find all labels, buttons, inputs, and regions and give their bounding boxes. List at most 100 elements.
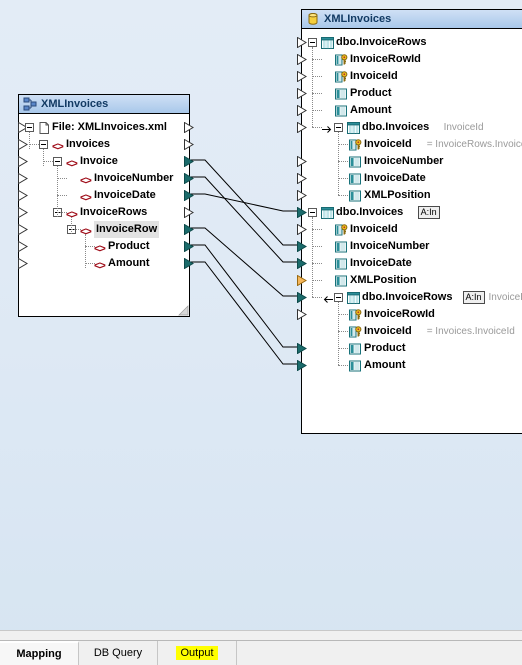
tree-expander-icon[interactable] bbox=[334, 293, 343, 302]
source-row-left-connector[interactable] bbox=[18, 207, 27, 218]
resize-grip-icon[interactable] bbox=[177, 304, 189, 316]
source-tree-row[interactable]: <>Product bbox=[19, 238, 189, 255]
tree-expander-icon[interactable] bbox=[308, 38, 317, 47]
target-row-input-connector[interactable] bbox=[297, 241, 306, 252]
tree-expander-icon[interactable] bbox=[334, 123, 343, 132]
source-tree-row[interactable]: <>InvoiceDate bbox=[19, 187, 189, 204]
source-node-label: InvoiceRows bbox=[80, 204, 147, 221]
target-row-input-connector[interactable] bbox=[297, 37, 306, 48]
target-tree-row[interactable]: Product bbox=[302, 340, 522, 357]
source-row-left-connector[interactable] bbox=[18, 173, 27, 184]
tree-expander-icon[interactable] bbox=[25, 123, 34, 132]
target-tree-row[interactable]: InvoiceId bbox=[302, 221, 522, 238]
source-tree-row[interactable]: <>InvoiceRow bbox=[19, 221, 189, 238]
tree-expander-icon[interactable] bbox=[308, 208, 317, 217]
key-column-icon bbox=[349, 326, 361, 338]
target-tree-row[interactable]: Amount bbox=[302, 357, 522, 374]
tab-label: DB Query bbox=[94, 647, 142, 659]
target-tree-row[interactable]: Amount bbox=[302, 102, 522, 119]
target-row-input-connector[interactable] bbox=[297, 343, 306, 354]
target-node-relation: = Invoices.InvoiceId bbox=[427, 323, 515, 340]
target-row-input-connector[interactable] bbox=[297, 207, 306, 218]
target-node-label: XMLPosition bbox=[350, 272, 417, 289]
source-node-label: Product bbox=[108, 238, 150, 255]
source-tree-row[interactable]: <>Invoice bbox=[19, 153, 189, 170]
source-tree-row[interactable]: <>InvoiceNumber bbox=[19, 170, 189, 187]
target-tree-row[interactable]: XMLPosition bbox=[302, 187, 522, 204]
source-node-label: InvoiceRow bbox=[94, 221, 159, 238]
target-row-input-connector[interactable] bbox=[297, 173, 306, 184]
target-row-input-connector[interactable] bbox=[297, 190, 306, 201]
tree-expander-icon[interactable] bbox=[67, 225, 76, 234]
source-component-xmlinvoices[interactable]: XMLInvoices File: XMLInvoices.xml<>Invoi… bbox=[18, 94, 190, 317]
source-node-label: File: XMLInvoices.xml bbox=[52, 119, 167, 136]
source-tree-row[interactable]: <>Invoices bbox=[19, 136, 189, 153]
source-node-label: Amount bbox=[108, 255, 150, 272]
target-tree-row[interactable]: dbo.InvoicesInvoiceId bbox=[302, 119, 522, 136]
target-tree-row[interactable]: InvoiceId= Invoices.InvoiceId bbox=[302, 323, 522, 340]
key-column-icon bbox=[349, 309, 361, 321]
bottom-tab-bar[interactable]: Mapping DB Query Output bbox=[0, 640, 522, 665]
target-tree-row[interactable]: dbo.InvoiceRowsA:InInvoiceId bbox=[302, 289, 522, 306]
target-row-input-connector[interactable] bbox=[297, 292, 306, 303]
source-tree-row[interactable]: <>InvoiceRows bbox=[19, 204, 189, 221]
target-row-input-connector[interactable] bbox=[297, 71, 306, 82]
source-row-output-connector[interactable] bbox=[184, 207, 193, 218]
target-tree-row[interactable]: dbo.InvoiceRows bbox=[302, 34, 522, 51]
target-tree-row[interactable]: Product bbox=[302, 85, 522, 102]
tab-db-query[interactable]: DB Query bbox=[79, 641, 158, 665]
target-tree-row[interactable]: InvoiceId bbox=[302, 68, 522, 85]
target-row-input-connector[interactable] bbox=[297, 122, 306, 133]
source-row-output-connector[interactable] bbox=[184, 139, 193, 150]
target-row-input-connector[interactable] bbox=[297, 88, 306, 99]
target-row-input-connector[interactable] bbox=[297, 309, 306, 320]
tree-expander-icon[interactable] bbox=[39, 140, 48, 149]
target-row-input-connector[interactable] bbox=[297, 156, 306, 167]
target-node-label: InvoiceNumber bbox=[350, 238, 429, 255]
source-row-left-connector[interactable] bbox=[18, 241, 27, 252]
element-icon: <> bbox=[94, 241, 106, 253]
source-row-output-connector[interactable] bbox=[184, 190, 193, 201]
source-row-left-connector[interactable] bbox=[18, 224, 27, 235]
mapping-canvas[interactable]: XMLInvoices File: XMLInvoices.xml<>Invoi… bbox=[0, 0, 522, 640]
source-row-output-connector[interactable] bbox=[184, 173, 193, 184]
source-row-output-connector[interactable] bbox=[184, 156, 193, 167]
source-row-left-connector[interactable] bbox=[18, 139, 27, 150]
tab-output[interactable]: Output bbox=[158, 641, 237, 665]
target-tree-row[interactable]: InvoiceRowId bbox=[302, 306, 522, 323]
source-row-output-connector[interactable] bbox=[184, 241, 193, 252]
tree-expander-icon[interactable] bbox=[53, 157, 62, 166]
target-node-label: Amount bbox=[364, 357, 406, 374]
target-tree[interactable]: dbo.InvoiceRowsInvoiceRowIdInvoiceIdProd… bbox=[302, 29, 522, 434]
target-component-xmlinvoices-db[interactable]: XMLInvoices dbo.InvoiceRowsInvoiceRowIdI… bbox=[301, 9, 522, 434]
target-tree-row[interactable]: XMLPosition bbox=[302, 272, 522, 289]
tree-expander-icon[interactable] bbox=[53, 208, 62, 217]
source-tree-row[interactable]: File: XMLInvoices.xml bbox=[19, 119, 189, 136]
target-row-input-connector[interactable] bbox=[297, 275, 306, 286]
target-row-input-connector[interactable] bbox=[297, 360, 306, 371]
target-tree-row[interactable]: InvoiceDate bbox=[302, 170, 522, 187]
source-tree[interactable]: File: XMLInvoices.xml<>Invoices<>Invoice… bbox=[19, 114, 189, 317]
target-tree-row[interactable]: InvoiceRowId bbox=[302, 51, 522, 68]
source-row-left-connector[interactable] bbox=[18, 190, 27, 201]
target-row-input-connector[interactable] bbox=[297, 105, 306, 116]
element-icon: <> bbox=[66, 156, 78, 168]
target-tree-row[interactable]: InvoiceNumber bbox=[302, 153, 522, 170]
source-row-output-connector[interactable] bbox=[184, 122, 193, 133]
target-node-label: dbo.InvoiceRows bbox=[336, 34, 426, 51]
tab-mapping[interactable]: Mapping bbox=[0, 641, 79, 665]
mapping-editor: XMLInvoices File: XMLInvoices.xml<>Invoi… bbox=[0, 0, 522, 664]
source-row-left-connector[interactable] bbox=[18, 156, 27, 167]
source-row-output-connector[interactable] bbox=[184, 224, 193, 235]
target-row-input-connector[interactable] bbox=[297, 258, 306, 269]
source-tree-row[interactable]: <>Amount bbox=[19, 255, 189, 272]
target-tree-row[interactable]: InvoiceDate bbox=[302, 255, 522, 272]
target-tree-row[interactable]: InvoiceId= InvoiceRows.InvoiceId bbox=[302, 136, 522, 153]
target-row-input-connector[interactable] bbox=[297, 54, 306, 65]
target-tree-row[interactable]: dbo.InvoicesA:In bbox=[302, 204, 522, 221]
source-row-output-connector[interactable] bbox=[184, 258, 193, 269]
target-row-input-connector[interactable] bbox=[297, 224, 306, 235]
source-row-left-connector[interactable] bbox=[18, 258, 27, 269]
target-node-label: dbo.Invoices bbox=[362, 119, 429, 136]
target-tree-row[interactable]: InvoiceNumber bbox=[302, 238, 522, 255]
